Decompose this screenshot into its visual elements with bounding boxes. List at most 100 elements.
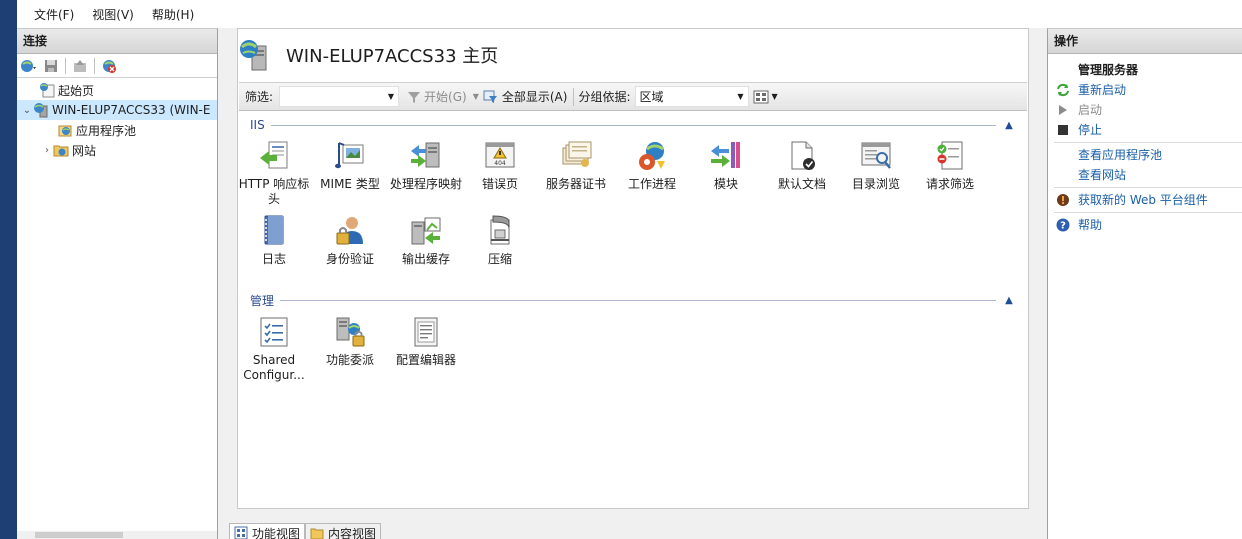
feature-label: 压缩: [487, 252, 512, 266]
feature-output-caching[interactable]: 输出缓存: [390, 214, 462, 267]
tree-label-server: WIN-ELUP7ACCS33 (WIN-E: [52, 103, 211, 117]
feature-configuration-editor[interactable]: 配置编辑器: [390, 315, 462, 368]
connect-icon[interactable]: [19, 56, 39, 76]
view-mode-icon: [753, 90, 768, 103]
action-view-app-pools[interactable]: 查看应用程序池: [1048, 145, 1242, 165]
dropdown-arrow-icon: ▼: [737, 92, 744, 101]
toolbar-separator: [94, 57, 95, 74]
feature-compression[interactable]: 压缩: [464, 214, 536, 267]
toolbar-separator: [65, 57, 66, 74]
feature-label: 目录浏览: [851, 177, 900, 191]
feature-shared-configuration[interactable]: Shared Configur...: [238, 315, 310, 383]
feature-request-filtering[interactable]: 请求筛选: [914, 139, 986, 192]
feature-error-pages[interactable]: 404 错误页: [464, 139, 536, 192]
tab-label: 功能视图: [252, 526, 301, 539]
show-all-button[interactable]: 全部显示(A): [483, 88, 568, 105]
go-dropdown-icon[interactable]: ▼: [473, 92, 479, 101]
action-view-sites[interactable]: 查看网站: [1048, 165, 1242, 185]
section-header-iis[interactable]: IIS ▲: [250, 118, 1016, 132]
disconnect-icon[interactable]: [99, 56, 119, 76]
action-label: 帮助: [1078, 218, 1103, 232]
start-page-icon: [39, 82, 55, 98]
collapse-section-icon[interactable]: ▲: [1002, 120, 1016, 131]
go-button[interactable]: 开始(G): [407, 88, 467, 105]
group-by-combo[interactable]: 区域 ▼: [634, 86, 749, 107]
menu-file[interactable]: 文件(F): [25, 6, 83, 23]
section-header-management[interactable]: 管理 ▲: [250, 293, 1016, 308]
filter-separator: [573, 87, 575, 106]
action-get-web-platform[interactable]: 获取新的 Web 平台组件: [1048, 190, 1242, 210]
logging-icon: [264, 215, 284, 245]
show-all-label: 全部显示(A): [501, 90, 568, 104]
feature-mime-types[interactable]: MIME 类型: [314, 139, 386, 192]
view-mode-button[interactable]: ▼: [753, 90, 778, 104]
tree-item-sites[interactable]: › 网站: [17, 140, 217, 160]
page-header: WIN-ELUP7ACCS33 主页: [238, 29, 1028, 81]
scrollbar-thumb[interactable]: [35, 532, 123, 538]
handler-mappings-icon: [411, 142, 440, 168]
tree-item-server[interactable]: ⌄ WIN-ELUP7ACCS33 (WIN-E: [17, 100, 217, 120]
feature-authentication[interactable]: 身份验证: [314, 214, 386, 267]
feature-directory-browsing[interactable]: 目录浏览: [840, 139, 912, 192]
section-title-management: 管理: [250, 293, 275, 308]
feature-worker-processes[interactable]: 工作进程: [616, 139, 688, 192]
tree-item-start-page[interactable]: 起始页: [17, 80, 217, 100]
go-label: 开始(G): [424, 90, 467, 104]
horizontal-scrollbar[interactable]: [17, 531, 217, 539]
feature-label: 功能委派: [325, 353, 374, 367]
connections-header: 连接: [17, 29, 217, 54]
authentication-icon: [336, 217, 363, 245]
feature-label: 模块: [713, 177, 738, 191]
actions-list: 管理服务器 重新启动 启动 停止 查看应用程序池 查看网站 获取新的 Web 平…: [1048, 54, 1242, 235]
tab-label: 内容视图: [328, 526, 377, 539]
tab-content-view[interactable]: 内容视图: [305, 523, 382, 539]
collapse-icon[interactable]: ⌄: [21, 105, 33, 116]
tree-item-app-pools[interactable]: 应用程序池: [17, 120, 217, 140]
request-filtering-icon: [937, 141, 963, 170]
feature-modules[interactable]: 模块: [690, 139, 762, 192]
menu-help[interactable]: 帮助(H): [143, 6, 203, 23]
actions-header: 操作: [1048, 29, 1242, 54]
stop-icon: [1053, 125, 1073, 135]
group-by-value: 区域: [639, 90, 664, 104]
menu-bar: 文件(F) 视图(V) 帮助(H): [17, 0, 1242, 28]
menu-view[interactable]: 视图(V): [83, 6, 143, 23]
feature-feature-delegation[interactable]: 功能委派: [314, 315, 386, 368]
output-caching-icon: [411, 217, 441, 245]
feature-logging[interactable]: 日志: [238, 214, 310, 267]
action-stop[interactable]: 停止: [1048, 120, 1242, 140]
restart-icon: [1053, 83, 1073, 97]
configuration-editor-icon: [414, 317, 438, 347]
feature-server-certificates[interactable]: 服务器证书: [540, 139, 612, 192]
dropdown-arrow-icon: ▼: [387, 92, 395, 101]
view-tabs: 功能视图 内容视图: [229, 522, 382, 539]
default-document-icon: [791, 141, 815, 170]
tree-label-app-pools: 应用程序池: [76, 123, 137, 138]
features-panel: WIN-ELUP7ACCS33 主页 筛选: ▼ 开始(G) ▼ 全部显示(A): [237, 28, 1029, 509]
filter-combo[interactable]: ▼: [279, 86, 400, 107]
save-icon[interactable]: [41, 56, 61, 76]
feature-label: MIME 类型: [320, 177, 380, 191]
play-icon: [1053, 104, 1073, 116]
action-restart[interactable]: 重新启动: [1048, 80, 1242, 100]
expand-icon[interactable]: ›: [41, 145, 53, 156]
modules-icon: [711, 142, 740, 168]
collapse-section-icon[interactable]: ▲: [1002, 295, 1016, 306]
actions-pane: 操作 管理服务器 重新启动 启动 停止 查看应用程序池 查看网站 获取新的 We…: [1047, 28, 1242, 539]
action-start[interactable]: 启动: [1048, 100, 1242, 120]
action-label: 查看网站: [1078, 168, 1127, 182]
feature-default-document[interactable]: 默认文档: [766, 139, 838, 192]
feature-label: 处理程序映射: [390, 177, 463, 191]
dropdown-arrow-icon: ▼: [771, 92, 778, 101]
feature-label: 默认文档: [777, 177, 826, 191]
action-help[interactable]: ? 帮助: [1048, 215, 1242, 235]
tab-features-view[interactable]: 功能视图: [229, 523, 306, 539]
feature-http-response-headers[interactable]: HTTP 响应标头: [238, 139, 310, 207]
up-icon[interactable]: [70, 56, 90, 76]
svg-text:404: 404: [494, 160, 506, 167]
feature-label: 日志: [261, 252, 286, 266]
action-label: 停止: [1078, 123, 1103, 137]
compression-icon: [490, 215, 510, 245]
feature-handler-mappings[interactable]: 处理程序映射: [390, 139, 462, 192]
feature-label: 配置编辑器: [395, 353, 456, 367]
